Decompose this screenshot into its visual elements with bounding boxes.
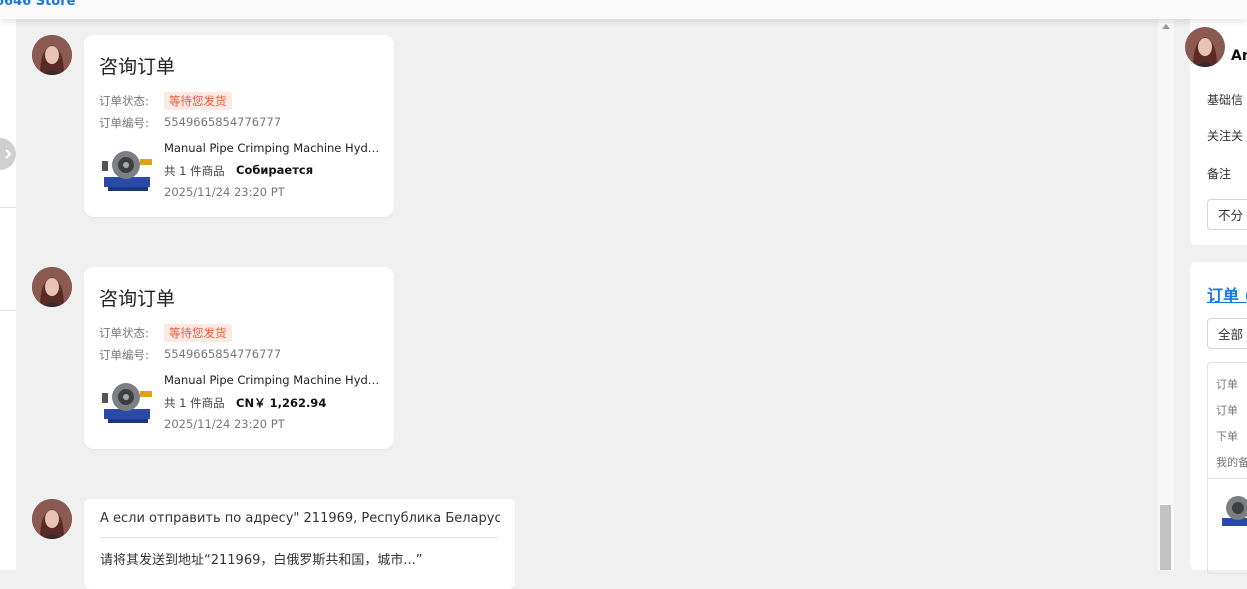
card-title: 咨询订单 <box>99 288 176 310</box>
orders-title[interactable]: 订单 ( <box>1207 282 1247 306</box>
customer-name: An <box>1231 48 1247 64</box>
avatar[interactable] <box>32 267 72 307</box>
customer-panel: An 基础信 关注关 备注 不分 订单 ( 全部 订单 订单 下单 我的备 <box>1174 19 1247 574</box>
customer-info-card: An 基础信 关注关 备注 不分 <box>1185 19 1247 245</box>
product-name[interactable]: Manual Pipe Crimping Machine Hydra... <box>164 141 384 155</box>
sidebar-divider <box>0 207 16 208</box>
status-badge: 等待您发货 <box>164 92 232 110</box>
product-name[interactable]: Manual Pipe Crimping Machine Hydra... <box>164 373 384 387</box>
store-name[interactable]: 6646 Store <box>0 0 75 9</box>
order-time: 2025/11/24 23:20 PT <box>164 185 285 199</box>
top-bar: 6646 Store <box>0 0 1247 19</box>
status-label: 订单状态: <box>99 326 149 340</box>
product-thumbnail[interactable] <box>100 375 156 431</box>
basic-info-label: 基础信 <box>1207 93 1244 107</box>
product-price: Собирается <box>236 163 314 177</box>
customer-avatar[interactable] <box>1185 27 1225 67</box>
scroll-up-arrow-icon[interactable] <box>1162 24 1170 29</box>
status-badge: 等待您发货 <box>164 324 232 342</box>
order-field: 订单 <box>1216 404 1238 417</box>
order-divider <box>1208 478 1247 479</box>
note-label: 备注 <box>1207 167 1232 181</box>
sidebar-divider <box>0 310 16 311</box>
order-number-label: 订单编号: <box>99 116 149 130</box>
message-original-text: А если отправить по адресу" 211969, Респ… <box>100 511 500 526</box>
card-title: 咨询订单 <box>99 56 176 78</box>
group-select[interactable]: 不分 <box>1207 199 1247 230</box>
product-quantity: 共 1 件商品 <box>164 396 225 410</box>
order-card[interactable]: 咨询订单 订单状态: 等待您发货 订单编号: 5549665854776777 … <box>84 267 394 449</box>
order-number[interactable]: 5549665854776777 <box>164 347 281 361</box>
order-number[interactable]: 5549665854776777 <box>164 115 281 129</box>
product-thumbnail[interactable] <box>100 143 156 199</box>
chat-scrollbar[interactable] <box>1158 19 1174 570</box>
order-field: 我的备 <box>1216 456 1247 469</box>
scrollbar-thumb[interactable] <box>1160 505 1171 570</box>
avatar[interactable] <box>32 499 72 539</box>
expand-sidebar-button[interactable] <box>0 138 16 170</box>
order-field: 订单 <box>1216 378 1238 391</box>
chat-area[interactable]: 咨询订单 订单状态: 等待您发货 订单编号: 5549665854776777 … <box>16 19 1158 589</box>
orders-card: 订单 ( 全部 订单 订单 下单 我的备 <box>1190 262 1247 574</box>
order-product-thumbnail[interactable] <box>1220 490 1247 534</box>
order-field: 下单 <box>1216 430 1238 443</box>
orders-filter-select[interactable]: 全部 <box>1207 318 1247 349</box>
translation-divider <box>100 537 498 538</box>
follow-label: 关注关 <box>1207 129 1244 143</box>
order-time: 2025/11/24 23:20 PT <box>164 417 285 431</box>
text-message-bubble[interactable]: А если отправить по адресу" 211969, Респ… <box>84 499 515 589</box>
status-label: 订单状态: <box>99 94 149 108</box>
product-price: CN￥ 1,262.94 <box>236 396 327 410</box>
avatar[interactable] <box>32 35 72 75</box>
message-translation: 请将其发送到地址“211969，白俄罗斯共和国，城市...” <box>100 553 423 568</box>
order-number-label: 订单编号: <box>99 348 149 362</box>
left-sidebar <box>0 19 16 570</box>
chevron-right-icon <box>5 149 12 159</box>
order-card[interactable]: 咨询订单 订单状态: 等待您发货 订单编号: 5549665854776777 … <box>84 35 394 217</box>
product-quantity: 共 1 件商品 <box>164 164 225 178</box>
